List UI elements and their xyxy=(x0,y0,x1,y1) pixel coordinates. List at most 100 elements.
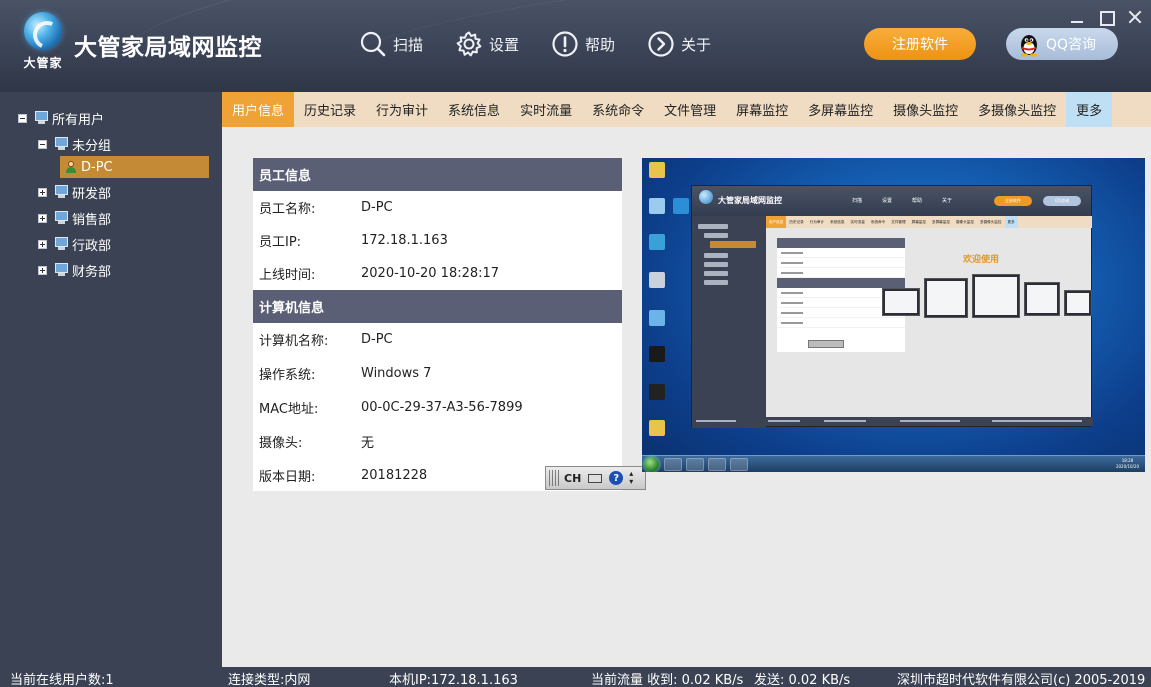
tree-node-label: 所有用户 xyxy=(52,112,105,128)
desktop-folder-icon xyxy=(646,162,668,178)
info-row: 员工名称: D-PC xyxy=(253,191,622,224)
monitor-illustration xyxy=(924,278,968,318)
title-bar: 大管家 大管家局域网监控 扫描 设置 帮助 关于 注册软件 QQ咨询 xyxy=(0,0,1151,92)
info-label: 摄像头: xyxy=(259,435,303,451)
collapse-icon[interactable] xyxy=(18,113,27,123)
tab-behavior-audit[interactable]: 行为审计 xyxy=(366,92,438,127)
expand-icon[interactable] xyxy=(38,187,47,197)
taskbar-item xyxy=(664,458,682,471)
info-row: MAC地址: 00-0C-29-37-A3-56-7899 xyxy=(253,390,622,424)
tab-camera-monitor[interactable]: 摄像头监控 xyxy=(883,92,968,127)
tab-multi-screen-monitor[interactable]: 多屏幕监控 xyxy=(798,92,883,127)
tab-system-command[interactable]: 系统命令 xyxy=(582,92,654,127)
about-label: 关于 xyxy=(681,35,712,54)
about-button[interactable]: 关于 xyxy=(647,28,711,60)
desktop-network-icon xyxy=(646,234,668,250)
remote-tab: 系统信息 xyxy=(830,219,845,224)
tab-history[interactable]: 历史记录 xyxy=(294,92,366,127)
settings-button[interactable]: 设置 xyxy=(455,28,519,60)
remote-tab: 屏幕监控 xyxy=(911,219,926,224)
collapse-icon[interactable] xyxy=(38,139,47,149)
tree-node-group[interactable]: 财务部 xyxy=(38,260,111,280)
remote-clock: 18:28 2020/10/20 xyxy=(1116,458,1139,470)
options-arrow-icon[interactable]: ▴ ▾ xyxy=(629,470,633,486)
minimize-button[interactable] xyxy=(1068,8,1086,26)
expand-icon[interactable] xyxy=(38,239,47,249)
remote-app-window: 大管家局域网监控 扫描 设置 帮助 关于 注册软件 QQ咨询 用户信息 历史记录 xyxy=(691,185,1093,428)
info-value: 00-0C-29-37-A3-56-7899 xyxy=(361,399,523,415)
copyright: 深圳市超时代软件有限公司(c) 2005-2019 xyxy=(897,673,1146,687)
register-button[interactable]: 注册软件 xyxy=(864,28,976,60)
remote-taskbar: 18:28 2020/10/20 xyxy=(642,455,1145,472)
app-title: 大管家局域网监控 xyxy=(74,35,262,61)
qq-consult-button[interactable]: QQ咨询 xyxy=(1006,28,1118,60)
monitor-illustration xyxy=(1024,282,1060,316)
remote-welcome-text: 欢迎使用 xyxy=(963,255,1000,265)
remote-clock-date: 2020/10/20 xyxy=(1115,464,1139,469)
taskbar-item xyxy=(730,458,748,471)
tree-node-group[interactable]: 行政部 xyxy=(38,234,111,254)
info-label: 版本日期: xyxy=(259,469,316,485)
function-tabs: 用户信息 历史记录 行为审计 系统信息 实时流量 系统命令 文件管理 屏幕监控 … xyxy=(222,92,1151,127)
keyboard-icon[interactable] xyxy=(588,473,603,483)
desktop-shortcut-icon xyxy=(646,384,668,400)
remote-nav-scan: 扫描 xyxy=(852,198,863,204)
exclamation-icon xyxy=(552,31,578,57)
remote-tab: 系统命令 xyxy=(870,219,886,224)
info-value: D-PC xyxy=(361,332,393,347)
drag-handle-icon[interactable] xyxy=(549,470,559,486)
tab-file-manager[interactable]: 文件管理 xyxy=(654,92,726,127)
remote-tabs: 用户信息 历史记录 行为审计 系统信息 实时流量 系统命令 文件管理 屏幕监控 … xyxy=(766,216,1092,228)
monitor-illustration xyxy=(1064,290,1092,316)
tree-node-group[interactable]: 未分组 xyxy=(38,134,111,154)
close-button[interactable] xyxy=(1126,8,1144,26)
remote-user-tree xyxy=(692,216,766,428)
tab-realtime-traffic[interactable]: 实时流量 xyxy=(510,92,582,127)
tree-node-all-users[interactable]: 所有用户 xyxy=(18,108,104,128)
desktop-control-panel-icon xyxy=(646,310,668,326)
expand-icon[interactable] xyxy=(38,265,47,275)
info-label: 上线时间: xyxy=(259,268,316,283)
taskbar-item xyxy=(708,458,726,471)
info-row: 员工IP: 172.18.1.163 xyxy=(253,224,622,257)
remote-tab: 用户信息 xyxy=(766,216,787,228)
traffic-received: 当前流量 收到: 0.02 KB/s xyxy=(591,673,744,687)
desktop-recycle-bin-icon xyxy=(646,272,668,288)
search-icon xyxy=(360,31,386,57)
local-ip: 本机IP:172.18.1.163 xyxy=(389,673,518,687)
tree-node-user-selected[interactable]: D-PC xyxy=(60,156,209,178)
app-logo: 大管家 xyxy=(18,10,68,72)
remote-screen-preview[interactable]: 大管家局域网监控 扫描 设置 帮助 关于 注册软件 QQ咨询 用户信息 历史记录 xyxy=(642,158,1145,472)
tree-node-label: D-PC xyxy=(81,159,113,175)
tab-multi-camera-monitor[interactable]: 多摄像头监控 xyxy=(968,92,1066,127)
settings-label: 设置 xyxy=(489,35,520,54)
scan-button[interactable]: 扫描 xyxy=(359,28,423,60)
ime-language-bar[interactable]: CH ? ▴ ▾ xyxy=(545,466,646,490)
gear-icon xyxy=(456,31,482,57)
tab-screen-monitor[interactable]: 屏幕监控 xyxy=(726,92,798,127)
tree-node-label: 研发部 xyxy=(72,186,112,202)
remote-tab: 行为审计 xyxy=(809,219,825,224)
tab-system-info[interactable]: 系统信息 xyxy=(438,92,510,127)
tree-node-label: 财务部 xyxy=(72,264,112,280)
tab-more[interactable]: 更多 xyxy=(1066,92,1113,127)
remote-tab: 多屏幕监控 xyxy=(932,219,950,224)
tree-node-group[interactable]: 销售部 xyxy=(38,208,111,228)
remote-tab: 文件管理 xyxy=(891,219,906,224)
maximize-button[interactable] xyxy=(1097,8,1115,26)
computer-icon xyxy=(53,137,69,151)
expand-icon[interactable] xyxy=(38,213,47,223)
main-content: 员工信息 员工名称: D-PC 员工IP: 172.18.1.163 上线时间:… xyxy=(222,127,1151,667)
help-button[interactable]: 帮助 xyxy=(551,28,615,60)
help-icon[interactable]: ? xyxy=(609,471,624,485)
info-label: 操作系统: xyxy=(259,367,316,383)
ime-language-label[interactable]: CH xyxy=(564,472,581,485)
start-button-icon xyxy=(644,457,659,472)
monitor-illustration xyxy=(882,288,920,316)
desktop-computer-icon xyxy=(646,198,668,214)
tab-user-info[interactable]: 用户信息 xyxy=(222,92,295,127)
desktop-shortcut-icon xyxy=(646,346,668,362)
tree-node-group[interactable]: 研发部 xyxy=(38,182,111,202)
remote-app-title: 大管家局域网监控 xyxy=(718,196,782,205)
info-value: 172.18.1.163 xyxy=(361,233,448,248)
